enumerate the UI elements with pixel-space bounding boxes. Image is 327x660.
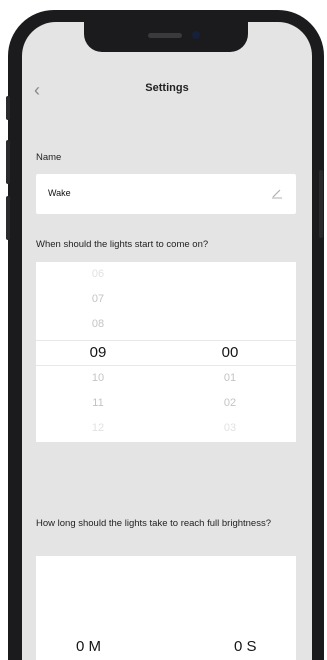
minute-option[interactable]: 01 bbox=[190, 372, 270, 384]
hour-option[interactable]: 06 bbox=[58, 268, 138, 280]
duration-seconds-value[interactable]: 0 S bbox=[234, 638, 257, 655]
app-screen: ‹ Settings Name Wake When should the lig… bbox=[22, 22, 312, 660]
speaker-grille bbox=[148, 33, 182, 38]
duration-label: How long should the lights take to reach… bbox=[36, 518, 271, 529]
name-value: Wake bbox=[48, 188, 71, 198]
hour-option[interactable]: 10 bbox=[58, 372, 138, 384]
power-button bbox=[319, 170, 323, 238]
hour-option[interactable]: 08 bbox=[58, 318, 138, 330]
hour-option[interactable]: 07 bbox=[58, 293, 138, 305]
duration-minutes-value[interactable]: 0 M bbox=[76, 638, 101, 655]
hour-option[interactable]: 12 bbox=[58, 422, 138, 434]
duration-picker[interactable]: 0 M 0 S bbox=[36, 556, 296, 660]
page-title: Settings bbox=[145, 82, 189, 94]
start-time-picker[interactable]: 06 07 08 09 10 11 12 00 01 02 03 bbox=[36, 262, 296, 442]
volume-down-button bbox=[6, 196, 10, 240]
hour-selected[interactable]: 09 bbox=[58, 344, 138, 361]
minute-selected[interactable]: 00 bbox=[190, 344, 270, 361]
minute-option[interactable]: 02 bbox=[190, 397, 270, 409]
start-time-label: When should the lights start to come on? bbox=[36, 239, 209, 250]
pencil-icon[interactable] bbox=[270, 186, 284, 200]
volume-up-button bbox=[6, 140, 10, 184]
minute-option[interactable]: 03 bbox=[190, 422, 270, 434]
silent-switch bbox=[6, 96, 10, 120]
front-camera bbox=[192, 31, 200, 39]
name-field[interactable]: Wake bbox=[36, 174, 296, 214]
notch bbox=[84, 22, 248, 52]
name-label: Name bbox=[36, 152, 62, 163]
hour-option[interactable]: 11 bbox=[58, 397, 138, 409]
